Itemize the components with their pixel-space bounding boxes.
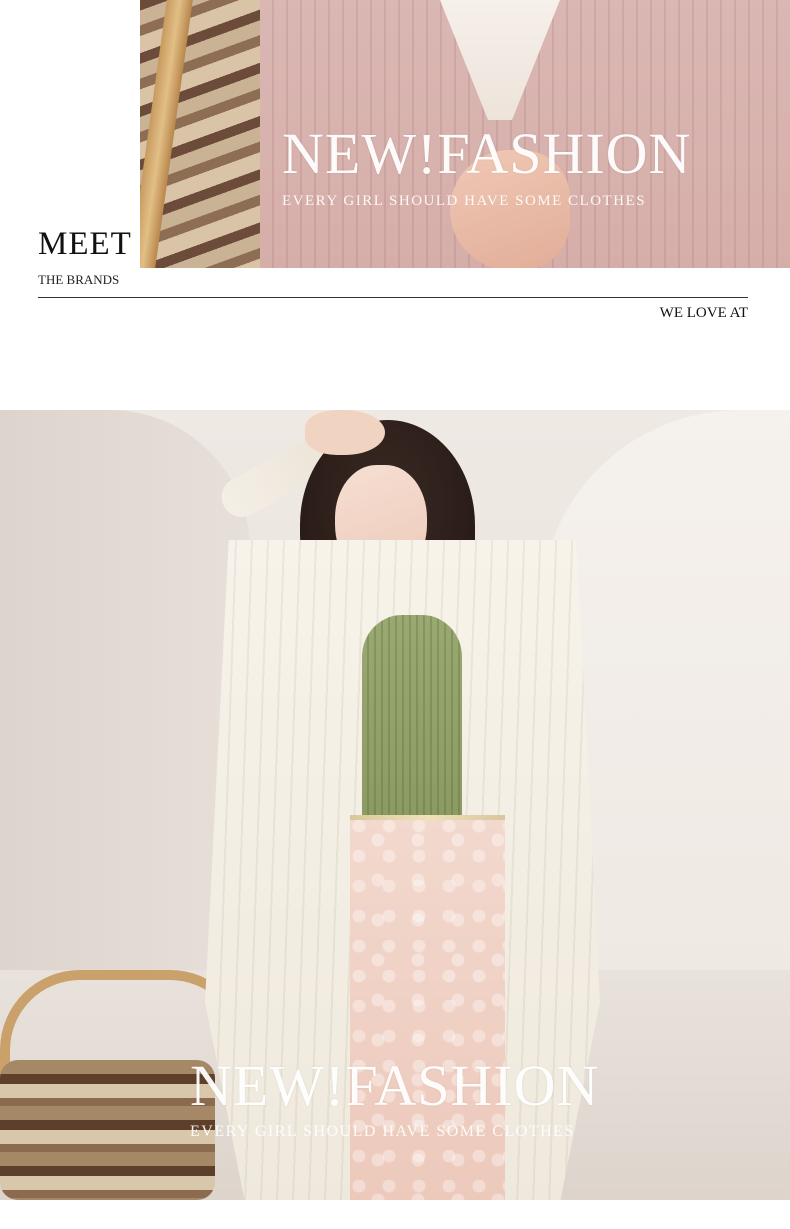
top-banner-photo: NEW!FASHION EVERY GIRL SHOULD HAVE SOME …: [140, 0, 790, 268]
striped-cushion: [0, 1060, 215, 1200]
model-hand: [305, 410, 385, 455]
the-brands-subheading: THE BRANDS: [38, 272, 120, 287]
top-banner-title: NEW!FASHION: [282, 121, 692, 186]
main-banner-title: NEW!FASHION: [190, 1053, 600, 1118]
green-ribbed-top: [362, 615, 462, 825]
top-banner-subtitle: EVERY GIRL SHOULD HAVE SOME CLOTHES: [282, 193, 647, 209]
we-love-at-text: WE LOVE AT: [659, 305, 748, 321]
section-divider: [38, 297, 748, 298]
main-banner-subtitle: EVERY GIRL SHOULD HAVE SOME CLOTHES: [190, 1123, 575, 1140]
meet-heading: MEET: [38, 226, 132, 262]
pink-lace-skirt: [350, 820, 505, 1200]
main-fashion-photo: NEW!FASHION EVERY GIRL SHOULD HAVE SOME …: [0, 410, 790, 1200]
